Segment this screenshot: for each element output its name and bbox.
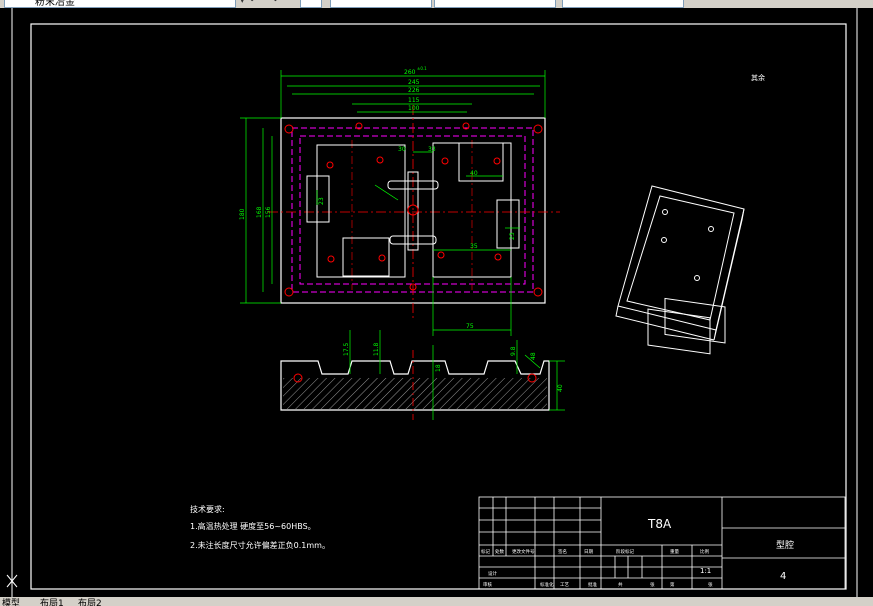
color-dropdown[interactable]: [300, 0, 322, 8]
layer-dropdown[interactable]: 粉末冶金: [4, 0, 236, 8]
dim-115: 115: [408, 97, 420, 104]
dim-245: 245: [408, 79, 420, 86]
dim-260-tol: ±0.1: [417, 66, 427, 71]
dim-30: 30: [398, 146, 406, 153]
tech-req-line1: 1.高温热处理 硬度至56~60HBS。: [190, 521, 316, 531]
cavity-left-pocket: [342, 237, 390, 277]
section-view: 17.5 11.8 18 9.8 40 48: [280, 330, 565, 420]
cad-drawing: 260 ±0.1 245 226 115 100 180 168 156 30 …: [6, 8, 858, 597]
tb-label-di: 第: [670, 581, 675, 588]
hole-r1: [441, 157, 449, 165]
tb-label-biaoji: 标记: [481, 548, 490, 555]
dim-23: 23: [318, 197, 325, 205]
tb-label-zhongliang: 重量: [670, 548, 679, 555]
hole-l4: [378, 254, 386, 262]
tb-label-biaozhunhua: 标准化: [540, 581, 554, 588]
sheet-number: 4: [780, 571, 786, 582]
part-name: 型腔: [776, 539, 794, 551]
plotstyle-dropdown[interactable]: [562, 0, 684, 8]
section-hatch: [283, 378, 547, 409]
redo-icon[interactable]: ↷: [270, 0, 280, 6]
dim-33: 33: [428, 146, 436, 153]
hole-l3: [327, 255, 335, 263]
tb-label-gengai: 更改文件号: [512, 548, 535, 555]
hole-r3: [437, 251, 445, 259]
dim-48: 48: [530, 352, 537, 360]
top-view: 260 ±0.1 245 226 115 100 180 168 156 30 …: [239, 66, 560, 336]
hole-l2: [326, 161, 334, 169]
dim-156: 156: [265, 206, 272, 218]
linetype-dropdown[interactable]: [330, 0, 432, 8]
undo-icon[interactable]: ↶: [250, 0, 260, 6]
hole-l1: [376, 156, 384, 164]
tb-label-qianming: 签名: [558, 548, 567, 555]
material-label: T8A: [647, 517, 672, 531]
dim-75: 75: [466, 323, 474, 330]
dim-40-section: 40: [557, 384, 564, 392]
layer-state-icon[interactable]: ▾: [240, 0, 250, 6]
cavity-right-pocket: [458, 142, 504, 182]
dim-23b: 23: [509, 232, 516, 240]
tb-label-riqi: 日期: [584, 549, 593, 555]
tab-model[interactable]: 模型: [2, 597, 20, 606]
dim-18: 18: [435, 364, 442, 372]
dim-180: 180: [239, 208, 246, 220]
dim-40: 40: [470, 170, 478, 177]
bolt-band-inner: [299, 135, 526, 285]
hole-r4: [494, 253, 502, 261]
layer-dropdown-value: 粉末冶金: [35, 0, 75, 8]
tb-label-bili: 比例: [700, 548, 709, 555]
title-block-labels: 标记 处数 更改文件号 签名 日期 设计 标准化 阶段标记 重量 比例 审核 工…: [481, 548, 713, 588]
drawing-canvas[interactable]: 260 ±0.1 245 226 115 100 180 168 156 30 …: [0, 8, 873, 597]
dim-11-8: 11.8: [373, 342, 380, 356]
dim-9-8: 9.8: [510, 346, 517, 356]
tb-label-chushu: 处数: [495, 548, 504, 555]
dimension-lines: [240, 70, 546, 336]
tab-layout1[interactable]: 布局1: [40, 597, 64, 606]
tech-requirements: 技术要求: 1.高温热处理 硬度至56~60HBS。 2.未注长度尺寸允许偏差正…: [190, 504, 330, 550]
tech-req-line2: 2.未注长度尺寸允许偏差正负0.1mm。: [190, 540, 330, 550]
roughness-note: 其余: [751, 73, 765, 82]
dim-168: 168: [256, 206, 263, 218]
tab-layout2[interactable]: 布局2: [78, 597, 102, 606]
tech-req-title: 技术要求:: [190, 504, 225, 514]
tb-label-zhang1: 张: [650, 581, 655, 588]
lineweight-dropdown[interactable]: [434, 0, 556, 8]
tb-label-zhang2: 张: [708, 581, 713, 588]
tb-label-shenhe: 审核: [483, 581, 492, 588]
hole-r2: [493, 157, 501, 165]
dim-226: 226: [408, 87, 420, 94]
tb-label-sheji: 设计: [488, 570, 497, 577]
tb-label-pizhun: 批准: [588, 581, 597, 588]
dim-260: 260: [404, 69, 416, 76]
dim-35: 35: [470, 243, 478, 250]
tb-label-gongyi: 工艺: [560, 582, 569, 588]
tb-label-jieduan: 阶段标记: [616, 548, 634, 555]
dim-100: 100: [408, 105, 420, 112]
cavity-left: [316, 144, 406, 278]
tb-label-gong: 共: [618, 581, 623, 588]
layout-tabs: 模型 布局1 布局2: [0, 597, 873, 606]
isometric-view: [615, 185, 745, 355]
dim-17-5: 17.5: [343, 342, 350, 356]
scale-value: 1:1: [700, 567, 711, 575]
